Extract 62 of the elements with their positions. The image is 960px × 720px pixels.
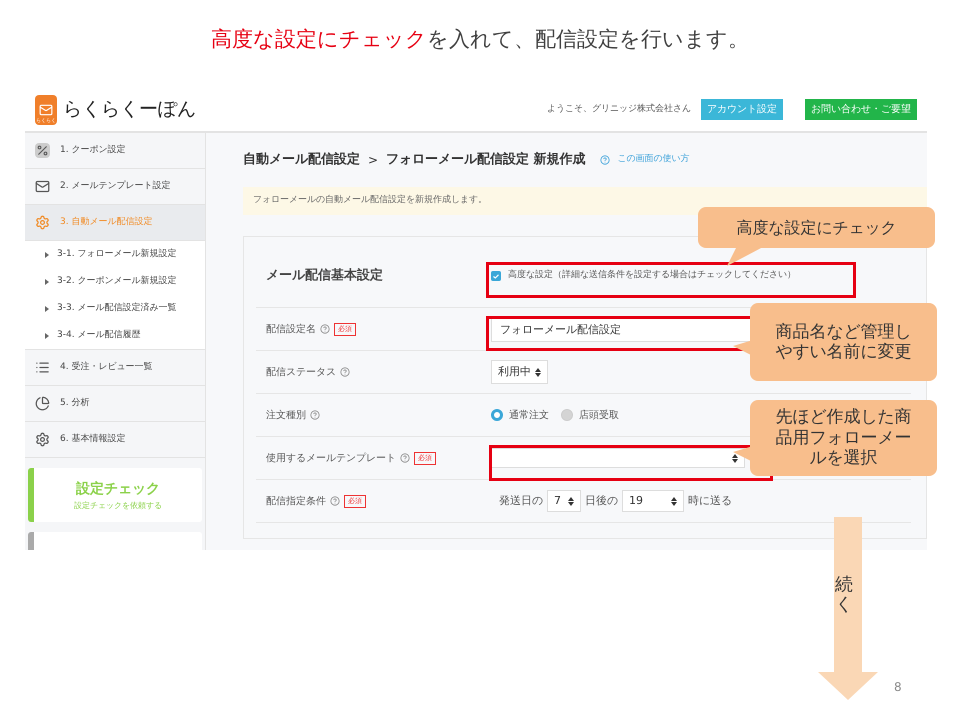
sidebar-item[interactable]: 5. 分析 [25,386,205,422]
sidebar-subitem[interactable]: 3-4. メール配信履歴 [25,322,205,349]
caret-icon [45,252,49,258]
list-icon [35,360,50,375]
caret-icon [45,332,49,338]
slide-title: を入れて、配信設定を行います。 [427,26,749,53]
welcome-text: ようこそ、グリニッジ株式会社さん [547,102,691,116]
callout-bubble: 先ほど作成した商品用フォローメールを選択 [750,400,937,476]
notice-banner: フォローメールの自動メール配信設定を新規作成します。 [243,187,927,215]
logo-text: らくらくーぽん [63,97,196,122]
page-title: フォローメール配信設定 新規作成 [386,150,586,170]
page-number: 8 [894,679,902,696]
advanced-checkbox[interactable] [491,271,501,281]
field-label: 配信ステータス [266,366,336,380]
radio-label: 通常注文 [509,408,549,422]
mail-icon [35,179,50,194]
help-icon [320,324,330,334]
help-icon [340,367,350,377]
field-label: 使用するメールテンプレート [266,452,396,466]
day-select[interactable]: 7 [547,490,581,512]
status-select[interactable]: 利用中 [491,360,548,384]
sidebar-subitem[interactable]: 3-1. フォローメール新規設定 [25,241,205,268]
envelope-icon [39,102,53,116]
radio-button[interactable] [561,409,573,421]
help-icon [400,453,410,463]
schedule-text: 発送日の [499,492,543,509]
settings-icon [35,432,50,447]
select-arrows-icon [732,454,738,462]
breadcrumb-separator: > [368,152,378,169]
caret-icon [45,278,49,284]
caret-icon [45,306,49,312]
coupon-icon [35,143,50,158]
sidebar-item[interactable]: 4. 受注・レビュー一覧 [25,350,205,386]
arrow-label: 続く [834,575,854,615]
schedule-text: 時に送る [688,492,732,509]
callout-bubble: 商品名など管理しやすい名前に変更 [750,303,937,381]
section-heading: メール配信基本設定 [265,266,384,286]
hour-select[interactable]: 19 [622,490,684,512]
select-arrows-icon [568,496,574,506]
template-select[interactable] [491,448,745,468]
field-label: 注文種別 [266,408,306,422]
check-icon [493,274,499,278]
sidebar-subitem[interactable]: 3-3. メール配信設定済み一覧 [25,295,205,322]
select-arrows-icon [671,496,677,506]
sidebar-item[interactable]: 6. 基本情報設定 [25,422,205,458]
page-title: 自動メール配信設定 [243,150,360,170]
radio-button[interactable] [491,409,503,421]
sidebar-item[interactable]: 1. クーポン設定 [25,133,205,169]
pie-chart-icon [35,396,50,411]
help-icon [600,155,610,165]
select-arrows-icon [535,368,541,376]
card-subtitle: 設定チェックを依頼する [74,500,162,512]
help-icon [310,410,320,420]
schedule-text: 日後の [585,492,618,509]
slide-title-highlight: 高度な設定にチェック [211,26,427,53]
card-title: 設定チェック [76,480,160,498]
field-label: 配信設定名 [266,322,316,336]
field-label: 配信指定条件 [266,494,326,508]
help-icon [330,496,340,506]
sidebar-subitem[interactable]: 3-2. クーポンメール新規設定 [25,268,205,295]
checkbox-label: 高度な設定（詳細な送信条件を設定する場合はチェックしてください） [508,269,796,282]
radio-label: 店頭受取 [579,408,619,422]
